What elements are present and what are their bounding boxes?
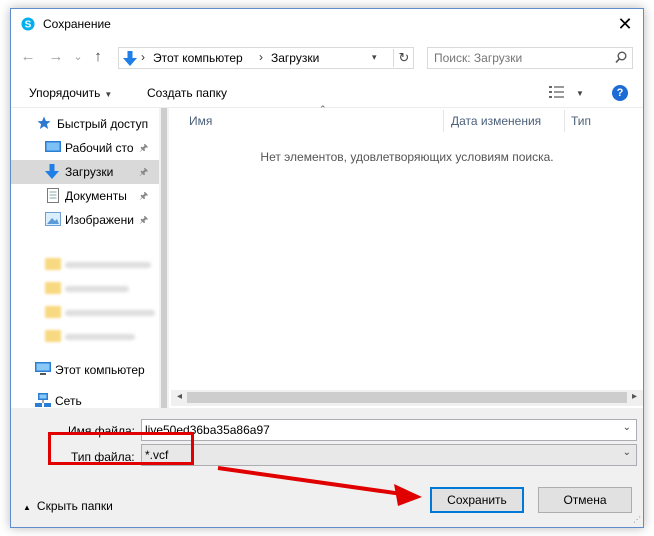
column-headers: ⌃ Имя Дата изменения Тип bbox=[171, 104, 643, 134]
network-icon bbox=[35, 393, 51, 407]
filetype-select[interactable]: *.vcf ⌄ bbox=[141, 444, 637, 466]
resize-grip-icon[interactable]: ⋰ bbox=[633, 515, 641, 524]
hide-folders-label: Скрыть папки bbox=[36, 499, 113, 513]
new-folder-button[interactable]: Создать папку bbox=[147, 86, 227, 100]
download-folder-icon bbox=[123, 51, 137, 66]
sidebar-item-desktop[interactable]: Рабочий сто 🖈 bbox=[11, 136, 159, 160]
folder-icon bbox=[45, 306, 61, 318]
refresh-icon: ↻ bbox=[398, 50, 410, 65]
forward-button[interactable]: → bbox=[47, 47, 65, 67]
column-header-date-modified[interactable]: Дата изменения bbox=[451, 114, 541, 128]
sidebar-item-quick-access[interactable]: Быстрый доступ bbox=[11, 112, 159, 136]
pictures-icon bbox=[45, 212, 61, 226]
caret-up-icon: ▲ bbox=[23, 503, 31, 512]
title-bar: S Сохранение ✕ bbox=[11, 9, 643, 39]
blurred-folder-item[interactable] bbox=[45, 305, 155, 321]
column-divider[interactable] bbox=[564, 110, 565, 132]
breadcrumb-separator: › bbox=[141, 50, 145, 64]
up-button[interactable]: ↑ bbox=[89, 47, 107, 67]
refresh-button[interactable]: ↻ bbox=[393, 49, 414, 67]
pin-icon: 🖈 bbox=[139, 215, 149, 226]
svg-text:S: S bbox=[25, 20, 32, 31]
computer-icon bbox=[35, 362, 51, 375]
empty-state-message: Нет элементов, удовлетворяющих условиям … bbox=[260, 150, 554, 164]
column-header-type[interactable]: Тип bbox=[571, 114, 591, 128]
pin-icon: 🖈 bbox=[139, 167, 149, 178]
scrollbar-thumb[interactable] bbox=[161, 108, 167, 408]
blurred-folder-item[interactable] bbox=[45, 281, 155, 297]
breadcrumb-this-pc[interactable]: Этот компьютер bbox=[153, 51, 243, 65]
search-icon bbox=[615, 51, 627, 64]
chevron-down-icon[interactable]: ⌄ bbox=[623, 447, 631, 458]
breadcrumb-separator: › bbox=[259, 50, 263, 64]
caret-down-icon: ▼ bbox=[104, 90, 113, 99]
recent-locations-button[interactable]: ⌄ bbox=[69, 47, 87, 67]
column-divider[interactable] bbox=[443, 110, 444, 132]
sort-ascending-icon: ⌃ bbox=[319, 104, 327, 114]
scrollbar-thumb[interactable] bbox=[187, 392, 627, 403]
sidebar-item-documents[interactable]: Документы 🖈 bbox=[11, 184, 159, 208]
blurred-folder-item[interactable] bbox=[45, 257, 155, 273]
hide-folders-toggle[interactable]: ▲ Скрыть папки bbox=[23, 499, 113, 513]
organize-button[interactable]: Упорядочить ▼ bbox=[29, 86, 112, 100]
skype-icon: S bbox=[21, 17, 35, 31]
filename-combobox[interactable]: ⌄ bbox=[141, 419, 637, 441]
scroll-left-icon[interactable]: ◂ bbox=[177, 391, 182, 402]
star-icon bbox=[37, 116, 51, 129]
sidebar-item-label: Рабочий сто bbox=[65, 141, 134, 155]
sidebar-item-label: Сеть bbox=[55, 394, 82, 408]
close-button[interactable]: ✕ bbox=[607, 9, 643, 39]
sidebar-item-label: Документы bbox=[65, 189, 127, 203]
breadcrumb-downloads[interactable]: Загрузки bbox=[271, 51, 319, 65]
file-list: ⌃ Имя Дата изменения Тип Нет элементов, … bbox=[171, 104, 643, 408]
sidebar-item-label: Этот компьютер bbox=[55, 363, 145, 377]
column-header-name[interactable]: Имя bbox=[189, 114, 212, 128]
annotation-highlight-box bbox=[48, 432, 194, 465]
blurred-label bbox=[65, 334, 135, 340]
folder-icon bbox=[45, 330, 61, 342]
navigation-pane: Быстрый доступ Рабочий сто 🖈 Загрузки 🖈 … bbox=[11, 108, 171, 408]
sidebar-item-label: Быстрый доступ bbox=[57, 117, 149, 131]
blurred-label bbox=[65, 310, 155, 316]
pin-icon: 🖈 bbox=[139, 143, 149, 154]
documents-icon bbox=[47, 188, 59, 203]
help-button[interactable]: ? bbox=[612, 85, 628, 101]
sidebar-item-this-pc[interactable]: Этот компьютер bbox=[11, 358, 159, 382]
blurred-folder-item[interactable] bbox=[45, 329, 155, 345]
navigation-pane-scrollbar[interactable] bbox=[159, 108, 169, 408]
filename-input[interactable] bbox=[145, 422, 595, 438]
chevron-down-icon[interactable]: ⌄ bbox=[623, 422, 631, 433]
search-input[interactable] bbox=[434, 50, 604, 66]
search-box[interactable] bbox=[427, 47, 633, 69]
sidebar-item-pictures[interactable]: Изображени 🖈 bbox=[11, 208, 159, 232]
navigation-bar: ← → ⌄ ↑ › Этот компьютер › Загрузки ▾ ↻ bbox=[11, 45, 643, 71]
forward-arrow-icon: → bbox=[48, 48, 64, 65]
blurred-label bbox=[65, 262, 151, 268]
sidebar-item-label: Загрузки bbox=[65, 165, 114, 179]
command-bar: Упорядочить ▼ Создать папку ▼ ? bbox=[11, 79, 643, 108]
back-arrow-icon: ← bbox=[20, 48, 36, 65]
close-icon: ✕ bbox=[617, 14, 633, 34]
up-arrow-icon: ↑ bbox=[94, 48, 102, 65]
folder-icon bbox=[45, 282, 61, 294]
folder-icon bbox=[45, 258, 61, 270]
chevron-down-icon: ⌄ bbox=[73, 51, 83, 63]
desktop-icon bbox=[45, 141, 61, 152]
scroll-right-icon[interactable]: ▸ bbox=[632, 391, 637, 402]
sidebar-item-downloads[interactable]: Загрузки 🖈 bbox=[11, 160, 159, 184]
save-button[interactable]: Сохранить bbox=[430, 487, 524, 513]
view-options-caret-icon[interactable]: ▼ bbox=[576, 89, 584, 98]
download-icon bbox=[45, 164, 59, 179]
blurred-label bbox=[65, 286, 129, 292]
pin-icon: 🖈 bbox=[139, 191, 149, 202]
file-list-horizontal-scrollbar[interactable]: ◂ ▸ bbox=[171, 390, 643, 406]
cancel-button[interactable]: Отмена bbox=[538, 487, 632, 513]
organize-label: Упорядочить bbox=[29, 86, 101, 100]
sidebar-item-label: Изображени bbox=[65, 213, 134, 227]
address-bar[interactable]: › Этот компьютер › Загрузки ▾ ↻ bbox=[118, 47, 414, 69]
window-title: Сохранение bbox=[43, 17, 111, 31]
back-button[interactable]: ← bbox=[19, 47, 37, 67]
address-dropdown-icon[interactable]: ▾ bbox=[372, 52, 377, 63]
view-options-icon[interactable] bbox=[549, 85, 567, 99]
